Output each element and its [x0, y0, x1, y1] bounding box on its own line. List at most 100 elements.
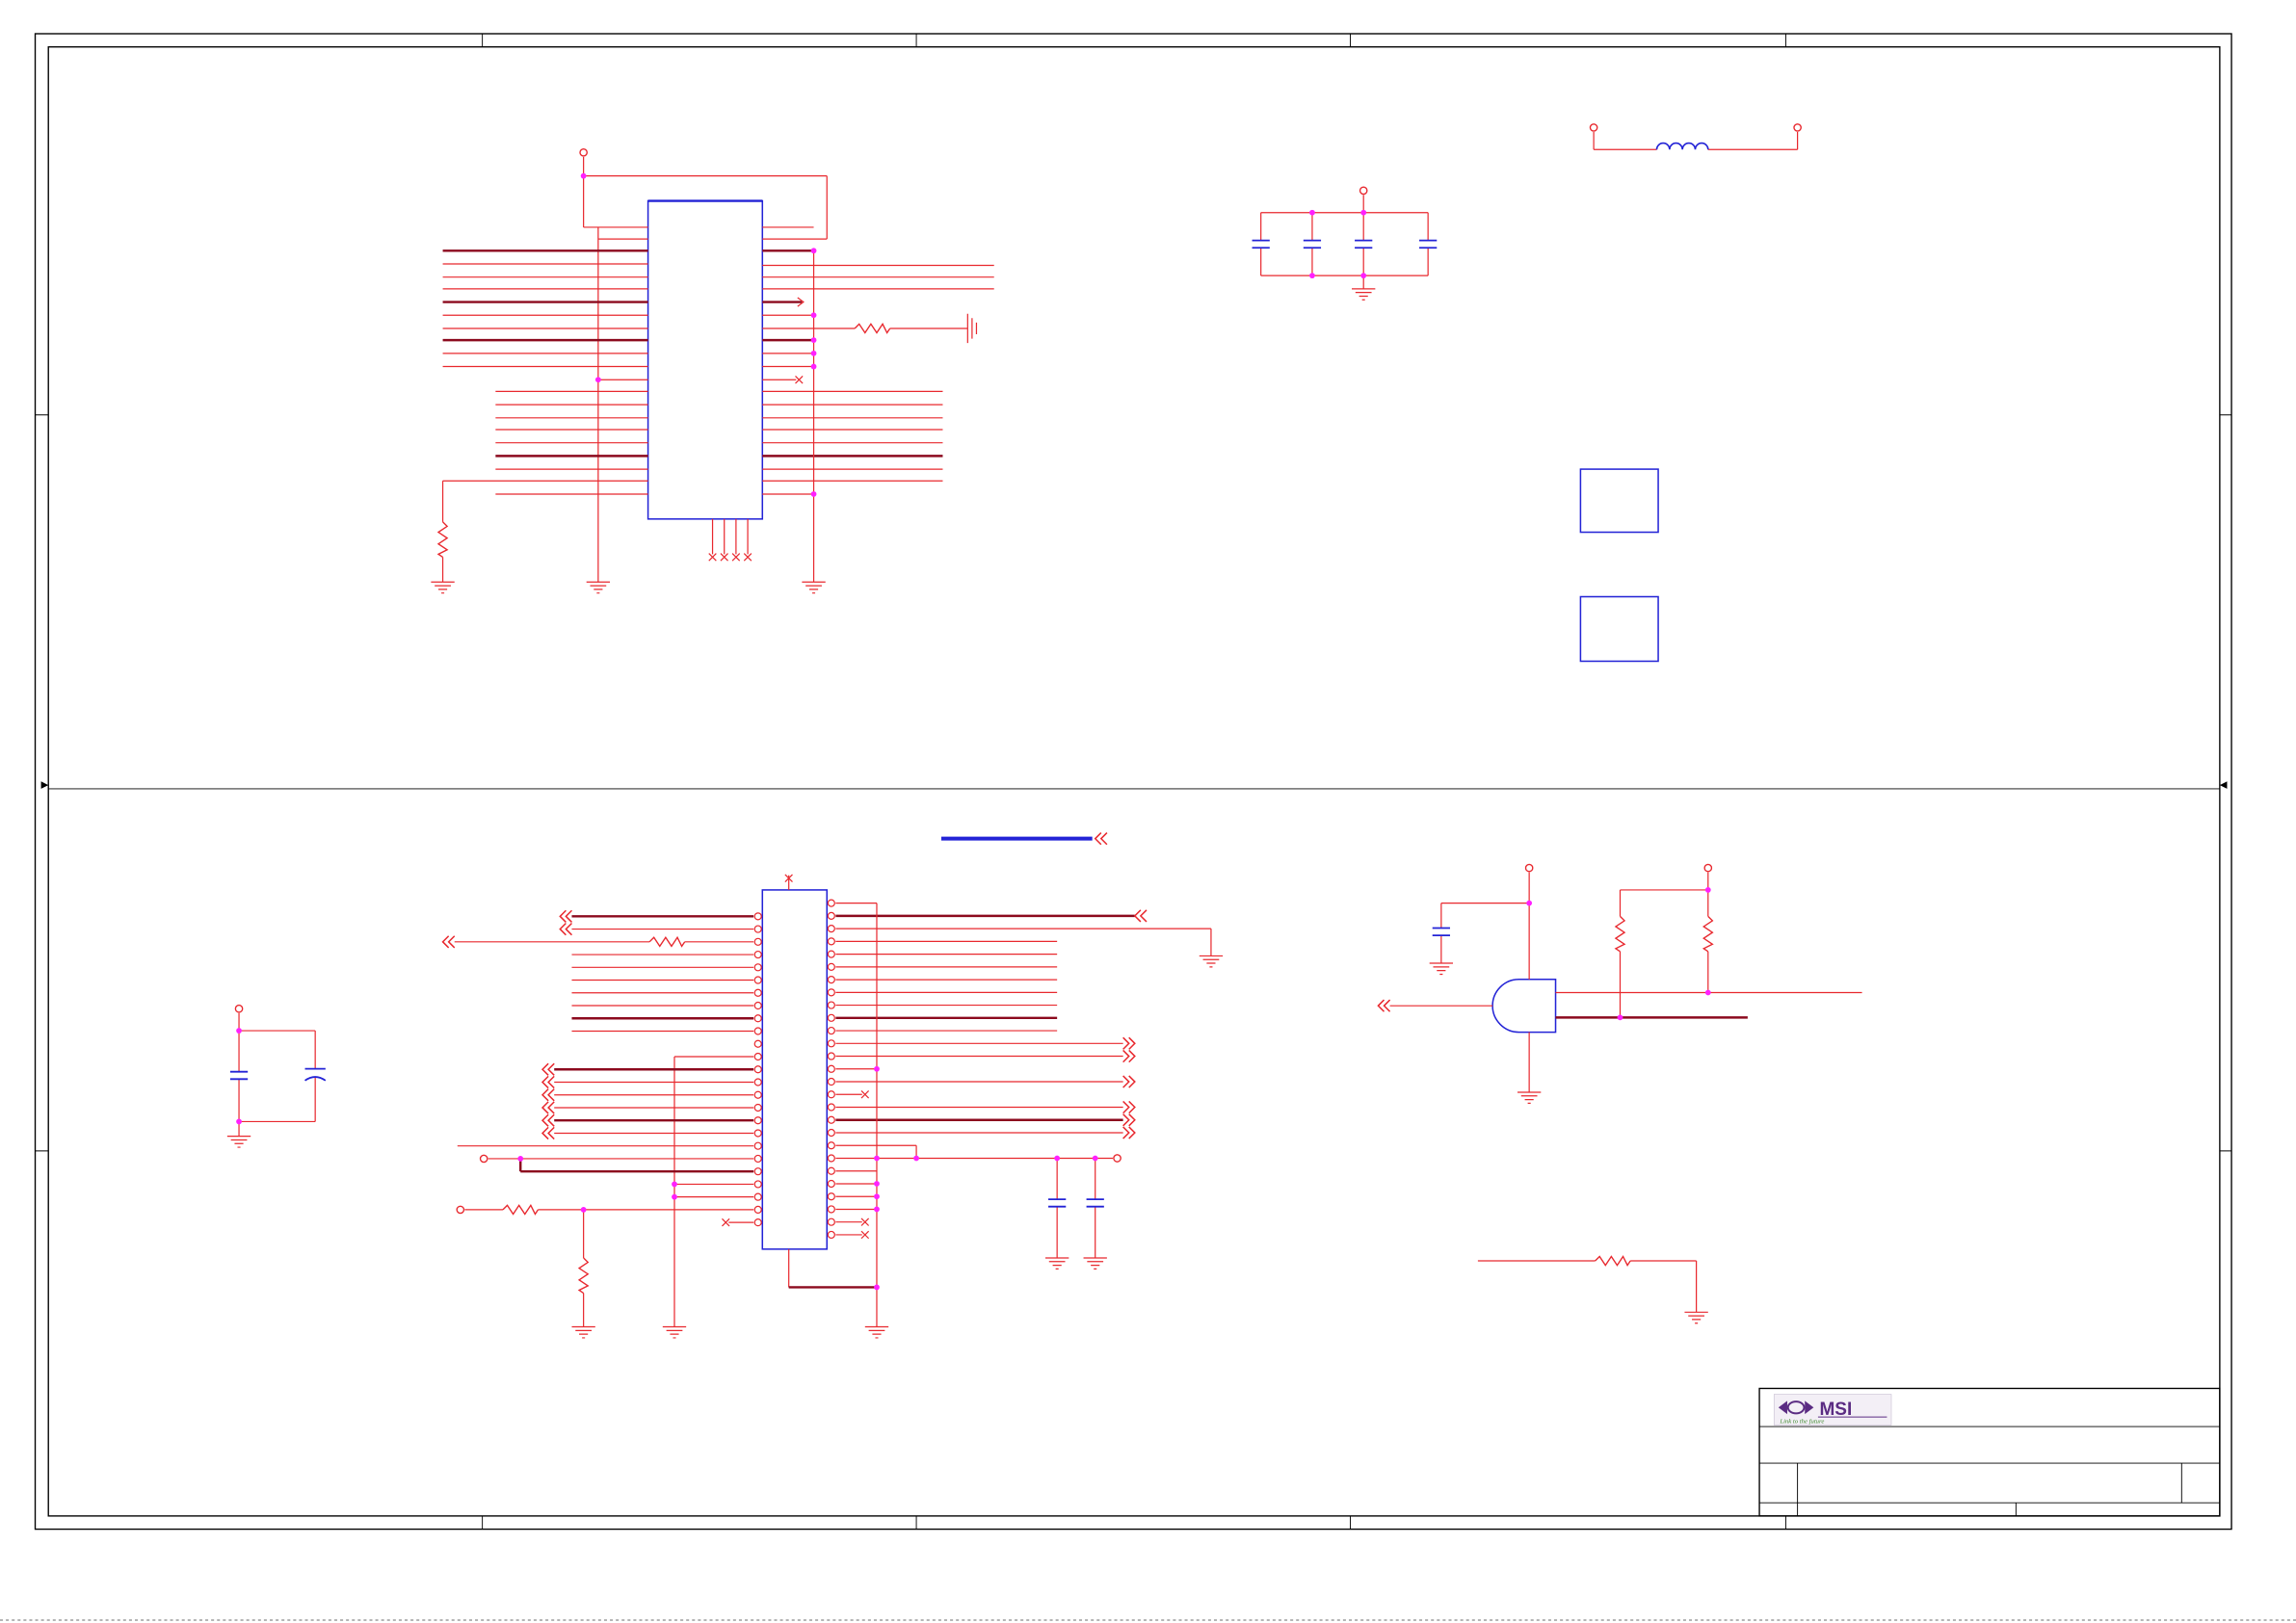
connector-pin: [753, 937, 762, 946]
connector-pin: [827, 1166, 835, 1175]
power-terminal-icon: [1589, 123, 1598, 132]
ground-symbol-icon: [1517, 1091, 1542, 1105]
ground-symbol-icon: [1044, 1257, 1069, 1270]
capacitor-symbol: [1432, 927, 1450, 937]
power-terminal-icon: [579, 147, 588, 157]
no-connect-mark: [731, 553, 741, 562]
off-page-arrow-icon: [1122, 1075, 1136, 1088]
resistor-symbol: [854, 323, 891, 334]
off-page-arrow-icon: [559, 909, 573, 923]
off-page-arrow-icon: [1377, 999, 1391, 1012]
off-page-arrow-icon: [1133, 909, 1148, 923]
no-connect-mark: [722, 1217, 730, 1227]
off-page-arrow-icon: [1122, 1100, 1136, 1114]
connector-pin: [827, 988, 835, 997]
connector-pin: [827, 1179, 835, 1189]
connector-pin: [827, 937, 835, 946]
junction-dot: [1054, 1155, 1061, 1162]
power-terminal-icon: [234, 1004, 244, 1013]
junction-dot: [236, 1118, 242, 1125]
connector-pin: [827, 1205, 835, 1214]
resistor-symbol: [1614, 915, 1626, 953]
connector-pin: [753, 1065, 762, 1074]
right-center-arrow-icon: [2219, 781, 2228, 789]
junction-dot: [1704, 989, 1711, 996]
connector-pin: [753, 1001, 762, 1010]
connector-pin: [753, 1039, 762, 1048]
connector-pin: [827, 1192, 835, 1201]
ground-symbol-icon: [802, 581, 826, 594]
block-symbol-upper: [1579, 468, 1659, 534]
connector-pin: [827, 1128, 835, 1138]
junction-dot: [236, 1028, 242, 1034]
connector-pin: [827, 1039, 835, 1048]
connector-pin: [827, 1090, 835, 1099]
connector-pin: [827, 911, 835, 920]
capacitor-symbol: [1419, 239, 1438, 249]
no-connect-mark: [795, 375, 804, 384]
connector-pin: [827, 1064, 835, 1073]
power-terminal-icon: [1793, 123, 1802, 132]
connector-pin: [827, 975, 835, 984]
title-block-grid: [1759, 1426, 2220, 1516]
power-terminal-icon: [1524, 863, 1534, 873]
resistor-symbol: [648, 935, 686, 948]
junction-dot: [1360, 209, 1367, 216]
connector-pin: [827, 962, 835, 971]
ground-symbol-icon: [1684, 1311, 1708, 1324]
ic-package-top: [647, 199, 764, 520]
left-center-arrow-icon: [40, 781, 49, 789]
connector-pin: [753, 950, 762, 959]
no-connect-mark: [860, 1217, 870, 1226]
connector-pin: [753, 1129, 762, 1138]
logo-tagline: Link to the future: [1779, 1419, 1824, 1426]
off-page-arrow-icon: [541, 1062, 555, 1076]
title-block: MSI Link to the future: [1758, 1387, 2221, 1517]
connector-pin: [827, 899, 835, 907]
connector-pin: [753, 988, 762, 997]
junction-dot: [810, 491, 817, 497]
connector-pin: [827, 1026, 835, 1035]
power-terminal-icon: [1113, 1154, 1122, 1163]
connector-body: [761, 889, 829, 1250]
connector-pin: [753, 1103, 762, 1113]
wire-layer: [238, 131, 1862, 1327]
capacitor-symbol: [229, 1070, 249, 1081]
connector-pin: [827, 1217, 835, 1226]
junction-dot: [517, 1156, 524, 1162]
connector-pin: [827, 925, 835, 933]
capacitor-symbol: [1303, 239, 1322, 249]
connector-pin: [753, 1014, 762, 1023]
junction-dot: [1309, 273, 1315, 279]
junction-dot: [1617, 1014, 1623, 1021]
capacitor-symbol: [1252, 239, 1270, 249]
connector-pin: [753, 1192, 762, 1201]
connector-pin: [827, 1103, 835, 1112]
off-page-arrow-icon: [1122, 1049, 1136, 1063]
connector-pin: [753, 1218, 762, 1227]
off-page-arrow-icon: [1094, 832, 1108, 846]
connector-pin: [753, 976, 762, 984]
off-page-arrow-icon: [541, 1113, 555, 1127]
symbol-layer: [226, 123, 1802, 1339]
connector-pin: [753, 1167, 762, 1176]
off-page-arrow-icon: [441, 935, 456, 949]
connector-pin: [753, 1154, 762, 1164]
power-terminal-icon: [1703, 863, 1713, 873]
no-connect-mark: [860, 1230, 870, 1240]
junction-dot: [874, 1065, 880, 1072]
capacitor-symbol: [1086, 1198, 1104, 1208]
junction-dot: [1092, 1155, 1098, 1162]
junction-dot: [1360, 273, 1367, 279]
ground-symbol-icon: [226, 1136, 251, 1148]
junction-dot: [874, 1284, 880, 1291]
resistor-symbol: [1702, 915, 1714, 953]
off-page-arrow-icon: [1122, 1126, 1136, 1139]
junction-dot: [810, 337, 817, 344]
inner-frame: [47, 46, 2221, 1517]
off-page-arrow-icon: [541, 1101, 555, 1114]
junction-dot: [810, 312, 817, 319]
connector-pin: [753, 1027, 762, 1035]
connector-pin: [827, 1052, 835, 1060]
off-page-arrow-icon: [541, 1075, 555, 1089]
